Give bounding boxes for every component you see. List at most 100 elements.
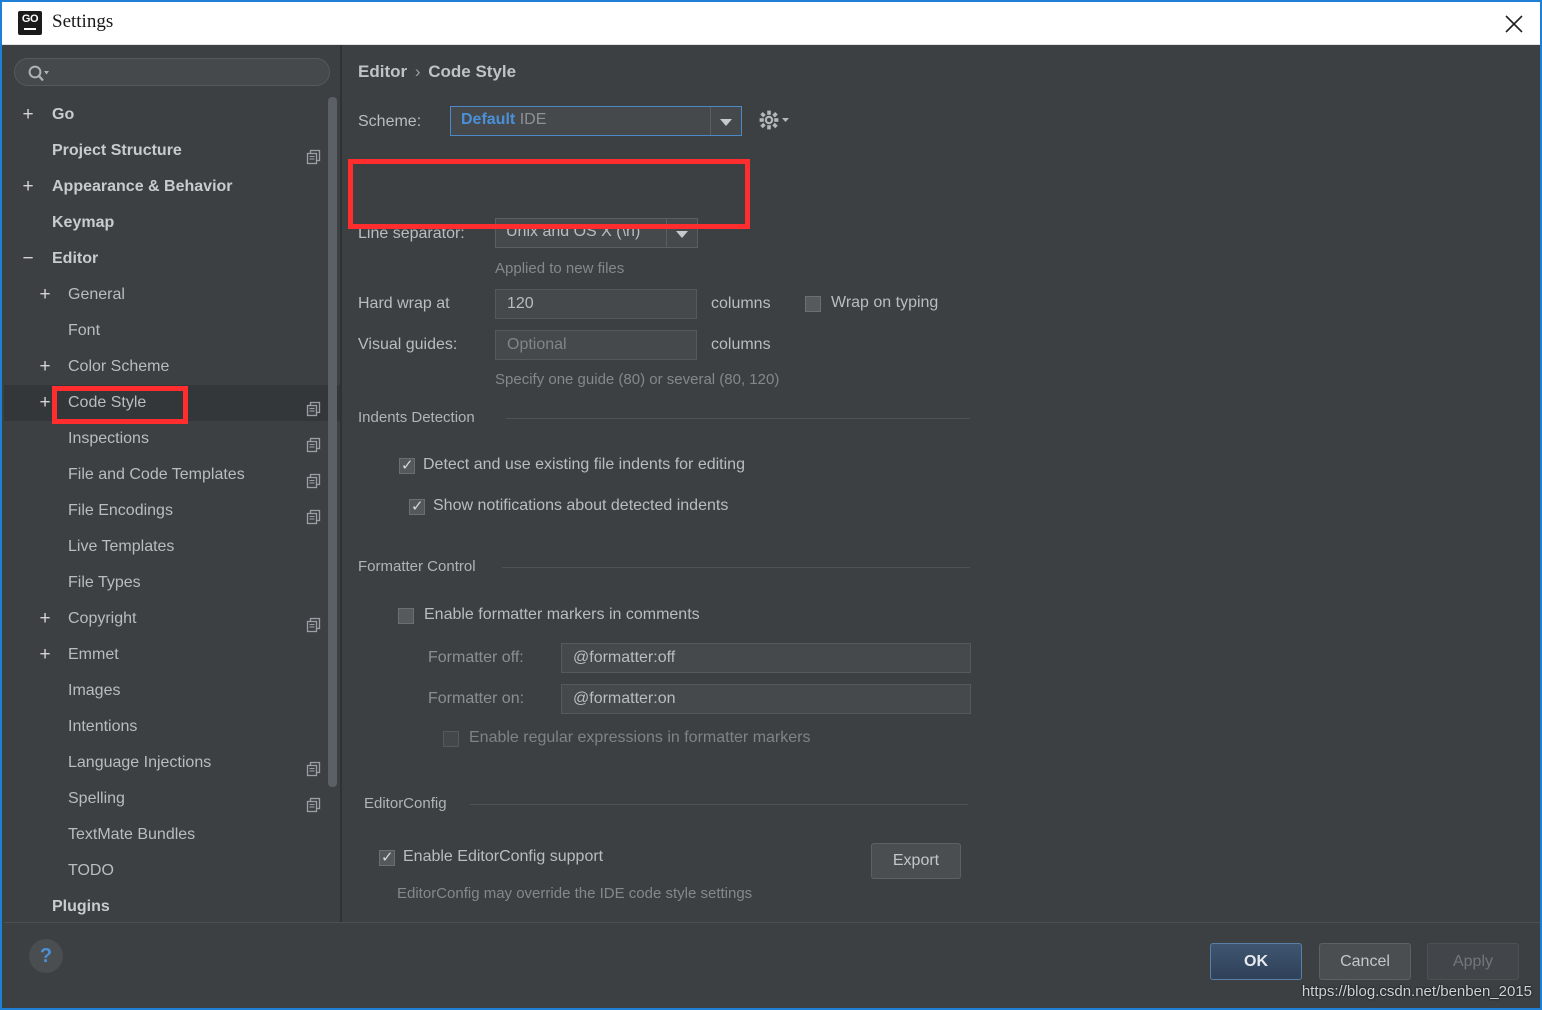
chevron-down-icon[interactable] bbox=[666, 219, 697, 247]
formatter-off-field[interactable] bbox=[561, 643, 971, 673]
sidebar-item-todo[interactable]: TODO bbox=[4, 853, 340, 889]
formatter-on-input[interactable] bbox=[571, 689, 935, 709]
wrap-on-typing-label[interactable]: Wrap on typing bbox=[831, 294, 938, 312]
sidebar-item-label: Code Style bbox=[68, 394, 147, 411]
show-notifications-checkbox[interactable]: ✓ bbox=[409, 498, 425, 515]
copy-settings-icon[interactable] bbox=[306, 431, 322, 453]
editorconfig-hint: EditorConfig may override the IDE code s… bbox=[397, 885, 753, 902]
hard-wrap-units: columns bbox=[711, 295, 771, 312]
sidebar-item-go[interactable]: + Go bbox=[4, 97, 340, 133]
ok-button[interactable]: OK bbox=[1210, 943, 1302, 980]
help-button[interactable]: ? bbox=[29, 939, 63, 973]
sidebar-scrollbar-thumb[interactable] bbox=[328, 97, 337, 787]
detect-indents-checkbox[interactable]: ✓ bbox=[399, 457, 415, 474]
sidebar-item-spelling[interactable]: Spelling bbox=[4, 781, 340, 817]
enable-regex-label[interactable]: Enable regular expressions in formatter … bbox=[469, 729, 810, 747]
show-notifications-label[interactable]: Show notifications about detected indent… bbox=[433, 497, 728, 515]
expand-icon[interactable]: + bbox=[18, 97, 38, 133]
close-icon[interactable] bbox=[1488, 2, 1540, 43]
sidebar-item-label: Spelling bbox=[68, 790, 125, 807]
sidebar-item-inspections[interactable]: Inspections bbox=[4, 421, 340, 457]
sidebar-item-keymap[interactable]: Keymap bbox=[4, 205, 340, 241]
settings-tree: + Go Project Structure + Appearance & Behavi… bbox=[4, 97, 340, 927]
formatter-off-label: Formatter off: bbox=[428, 649, 524, 666]
export-button[interactable]: Export bbox=[871, 843, 961, 879]
sidebar-item-editor[interactable]: − Editor bbox=[4, 241, 340, 277]
formatter-on-field[interactable] bbox=[561, 684, 971, 714]
sidebar-item-live-templates[interactable]: Live Templates bbox=[4, 529, 340, 565]
sidebar-item-general[interactable]: + General bbox=[4, 277, 340, 313]
sidebar-item-plugins[interactable]: Plugins bbox=[4, 889, 340, 925]
sidebar-item-images[interactable]: Images bbox=[4, 673, 340, 709]
expand-icon[interactable]: + bbox=[35, 349, 55, 385]
enable-editorconfig-checkbox[interactable]: ✓ bbox=[379, 849, 395, 866]
expand-icon[interactable]: + bbox=[35, 601, 55, 637]
indents-detection-rule bbox=[506, 418, 970, 419]
search-input[interactable] bbox=[57, 63, 325, 83]
expand-icon[interactable]: + bbox=[35, 277, 55, 313]
copy-settings-icon[interactable] bbox=[306, 467, 322, 489]
sidebar-item-copyright[interactable]: + Copyright bbox=[4, 601, 340, 637]
settings-sidebar: + Go Project Structure + Appearance & Behavi… bbox=[4, 45, 340, 927]
visual-guides-field[interactable] bbox=[495, 330, 697, 360]
copy-settings-icon[interactable] bbox=[306, 611, 322, 633]
sidebar-item-label: Inspections bbox=[68, 430, 149, 447]
enable-editorconfig-label[interactable]: Enable EditorConfig support bbox=[403, 848, 603, 866]
sidebar-item-project-structure[interactable]: Project Structure bbox=[4, 133, 340, 169]
sidebar-item-label: Go bbox=[52, 106, 75, 123]
gear-icon[interactable] bbox=[756, 106, 792, 132]
title-bar: GO Settings bbox=[2, 2, 1540, 45]
line-separator-combobox[interactable]: Unix and OS X (\n) bbox=[495, 218, 698, 248]
sidebar-item-emmet[interactable]: + Emmet bbox=[4, 637, 340, 673]
chevron-down-icon[interactable] bbox=[710, 107, 741, 135]
breadcrumb-parent: Editor bbox=[358, 62, 408, 81]
enable-formatter-markers-label[interactable]: Enable formatter markers in comments bbox=[424, 606, 700, 624]
sidebar-item-language-injections[interactable]: Language Injections bbox=[4, 745, 340, 781]
sidebar-item-label: File and Code Templates bbox=[68, 466, 245, 483]
sidebar-item-code-style[interactable]: + Code Style bbox=[4, 385, 340, 421]
sidebar-item-color-scheme[interactable]: + Color Scheme bbox=[4, 349, 340, 385]
sidebar-item-file-encodings[interactable]: File Encodings bbox=[4, 493, 340, 529]
expand-icon[interactable]: + bbox=[35, 385, 55, 421]
sidebar-item-file-and-code-templates[interactable]: File and Code Templates bbox=[4, 457, 340, 493]
expand-icon[interactable]: + bbox=[18, 169, 38, 205]
sidebar-item-label: Plugins bbox=[52, 898, 110, 915]
visual-guides-input[interactable] bbox=[505, 335, 685, 355]
collapse-icon[interactable]: − bbox=[18, 241, 38, 277]
wrap-on-typing-checkbox[interactable] bbox=[805, 296, 821, 312]
detect-indents-label[interactable]: Detect and use existing file indents for… bbox=[423, 456, 745, 474]
sidebar-item-label: File Types bbox=[68, 574, 141, 591]
cancel-button[interactable]: Cancel bbox=[1319, 943, 1411, 980]
enable-regex-checkbox[interactable] bbox=[443, 731, 459, 747]
sidebar-item-intentions[interactable]: Intentions bbox=[4, 709, 340, 745]
expand-icon[interactable]: + bbox=[35, 637, 55, 673]
copy-settings-icon[interactable] bbox=[306, 395, 322, 417]
watermark: https://blog.csdn.net/benben_2015 bbox=[1301, 983, 1532, 1000]
breadcrumb-current: Code Style bbox=[428, 62, 517, 81]
scheme-value: Default IDE bbox=[461, 111, 546, 129]
hard-wrap-field[interactable] bbox=[495, 289, 697, 319]
hard-wrap-label: Hard wrap at bbox=[358, 295, 450, 312]
copy-settings-icon[interactable] bbox=[306, 791, 322, 813]
sidebar-item-file-types[interactable]: File Types bbox=[4, 565, 340, 601]
sidebar-item-label: TODO bbox=[68, 862, 114, 879]
copy-settings-icon[interactable] bbox=[306, 503, 322, 525]
copy-settings-icon[interactable] bbox=[306, 143, 322, 165]
sidebar-item-font[interactable]: Font bbox=[4, 313, 340, 349]
code-style-panel: Editor › Code Style Scheme: Default IDE bbox=[342, 45, 1538, 927]
sidebar-item-appearance-behavior[interactable]: + Appearance & Behavior bbox=[4, 169, 340, 205]
sidebar-item-textmate-bundles[interactable]: TextMate Bundles bbox=[4, 817, 340, 853]
hard-wrap-input[interactable] bbox=[505, 294, 685, 314]
enable-formatter-markers-checkbox[interactable] bbox=[398, 608, 414, 624]
copy-settings-icon[interactable] bbox=[306, 755, 322, 777]
indents-detection-title: Indents Detection bbox=[358, 409, 483, 426]
sidebar-item-label: Font bbox=[68, 322, 101, 339]
scheme-combobox[interactable]: Default IDE bbox=[450, 106, 742, 136]
line-separator-hint: Applied to new files bbox=[495, 260, 625, 277]
formatter-off-input[interactable] bbox=[571, 648, 935, 668]
settings-dialog: GO Settings + Go Project Structure + Appeara… bbox=[0, 0, 1542, 1010]
editorconfig-rule bbox=[470, 804, 968, 805]
sidebar-item-label: Color Scheme bbox=[68, 358, 170, 375]
search-box[interactable] bbox=[14, 58, 330, 86]
sidebar-item-label: Copyright bbox=[68, 610, 137, 627]
